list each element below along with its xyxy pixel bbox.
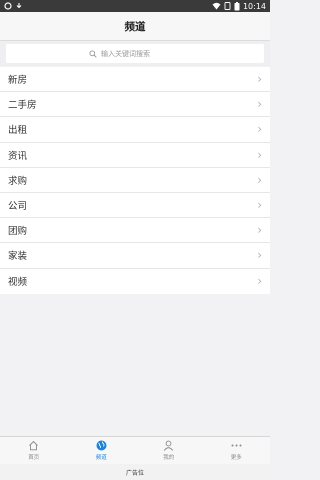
search-icon [89, 49, 97, 58]
channel-label: 公司 [8, 201, 28, 213]
tab-home[interactable]: 首页 [0, 437, 68, 464]
chevron-right-icon: › [257, 97, 262, 112]
ad-banner[interactable]: 广告位 [0, 464, 270, 480]
channel-label: 资讯 [8, 150, 28, 162]
header-bar: 频道 [0, 12, 270, 41]
globe-icon [96, 440, 107, 451]
wifi-icon [212, 2, 221, 10]
status-bar: 10:14 [0, 0, 270, 12]
chevron-right-icon: › [257, 198, 262, 213]
channel-item-company[interactable]: 公司 › [0, 193, 270, 219]
channel-label: 出租 [8, 125, 28, 137]
channel-list: 新房 › 二手房 › 出租 › 资讯 › 求购 › 公司 › 团购 › 家装 › 视频 › [0, 67, 270, 294]
ad-label: 广告位 [125, 469, 144, 477]
channel-label: 视频 [8, 277, 28, 289]
tab-more[interactable]: 更多 [203, 437, 271, 464]
channel-item-decoration[interactable]: 家装 › [0, 243, 270, 269]
user-icon [164, 440, 174, 451]
chevron-right-icon: › [257, 248, 262, 263]
channel-label: 二手房 [8, 100, 37, 112]
tab-label: 我的 [163, 455, 175, 461]
channel-label: 团购 [8, 226, 28, 238]
page-title: 频道 [124, 20, 146, 33]
channel-item-news[interactable]: 资讯 › [0, 143, 270, 168]
status-left [4, 2, 23, 10]
bottom-tab-bar: 首页 频道 我的 更多 [0, 436, 270, 464]
status-right: 10:14 [212, 1, 266, 11]
no-sim-icon [224, 2, 231, 10]
search-input[interactable] [101, 49, 181, 58]
chevron-right-icon: › [257, 223, 262, 238]
channel-item-new-house[interactable]: 新房 › [0, 67, 270, 93]
channel-item-wanted[interactable]: 求购 › [0, 168, 270, 193]
channel-item-rent[interactable]: 出租 › [0, 117, 270, 143]
channel-label: 新房 [8, 75, 28, 87]
notification-icon [4, 2, 12, 10]
chevron-right-icon: › [257, 274, 262, 289]
chevron-right-icon: › [257, 122, 262, 137]
status-time: 10:14 [242, 1, 266, 11]
battery-icon [234, 1, 240, 10]
tab-mine[interactable]: 我的 [135, 437, 203, 464]
search-area [0, 41, 270, 66]
chevron-right-icon: › [257, 147, 262, 162]
tab-channel[interactable]: 频道 [68, 437, 136, 464]
download-icon [16, 3, 22, 9]
channel-item-group-buy[interactable]: 团购 › [0, 218, 270, 244]
home-icon [29, 440, 39, 451]
channel-label: 求购 [8, 175, 28, 187]
chevron-right-icon: › [257, 72, 262, 87]
channel-item-video[interactable]: 视频 › [0, 269, 270, 294]
search-box[interactable] [6, 44, 264, 63]
tab-label: 首页 [28, 455, 40, 461]
channel-item-second-hand[interactable]: 二手房 › [0, 92, 270, 118]
more-icon [231, 444, 242, 447]
channel-label: 家装 [8, 251, 28, 263]
tab-label: 更多 [230, 455, 242, 461]
chevron-right-icon: › [257, 172, 262, 187]
tab-label: 频道 [95, 455, 107, 461]
